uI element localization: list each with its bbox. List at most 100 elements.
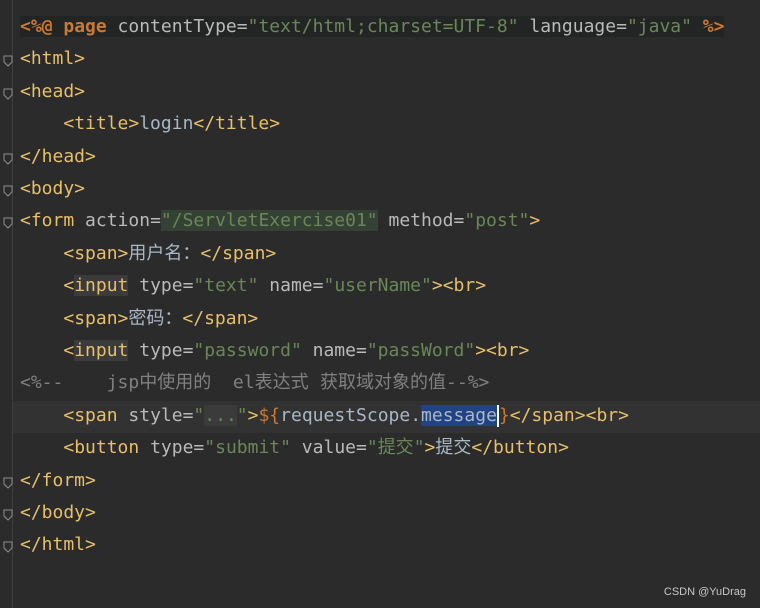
fold-marker-icon[interactable] xyxy=(3,509,13,521)
code-token: <span> xyxy=(63,242,129,264)
code-token: action xyxy=(85,210,151,232)
code-line[interactable]: </form> xyxy=(20,465,96,497)
code-token: 表达式 获取域对象的值 xyxy=(254,372,447,394)
code-line[interactable]: </head> xyxy=(20,141,96,173)
code-token: el xyxy=(211,372,255,394)
code-token: "passWord" xyxy=(366,340,476,361)
code-token: " xyxy=(413,437,425,459)
code-token: < xyxy=(63,340,75,361)
code-token: 提交 xyxy=(377,437,414,459)
code-token: contentType xyxy=(117,16,237,37)
code-token: = xyxy=(236,16,248,37)
code-token: 中使用的 xyxy=(139,372,212,394)
code-token: = xyxy=(182,340,194,361)
code-token: "userName" xyxy=(323,275,432,297)
code-token: = xyxy=(616,16,627,37)
watermark: CSDN @YuDrag xyxy=(663,586,746,598)
code-token: input xyxy=(74,275,129,297)
code-token: %> xyxy=(691,16,725,37)
code-token: 提交 xyxy=(435,437,472,459)
code-line[interactable]: <%-- jsp中使用的 el表达式 获取域对象的值--%> xyxy=(20,367,489,399)
code-line[interactable]: <%@ page contentType="text/html;charset=… xyxy=(20,11,725,43)
code-token: <button xyxy=(63,437,151,459)
code-line[interactable]: <span>用户名：</span> xyxy=(20,238,276,270)
code-token: = xyxy=(150,210,161,232)
code-token: <html> xyxy=(20,48,86,70)
code-token: input xyxy=(74,340,129,361)
code-token: </span><br> xyxy=(509,404,629,426)
code-token: " xyxy=(193,404,205,426)
code-token: language xyxy=(518,16,617,37)
code-token: = xyxy=(182,275,194,297)
code-token: <head> xyxy=(20,80,86,102)
code-line[interactable]: <span>密码：</span> xyxy=(20,303,258,335)
code-line[interactable]: </body> xyxy=(20,497,96,529)
code-token: </span> xyxy=(200,242,277,264)
code-token: "post" xyxy=(464,210,530,232)
fold-marker-icon[interactable] xyxy=(3,55,13,68)
code-token: </html> xyxy=(20,534,96,556)
code-line[interactable]: <input type="text" name="userName"><br> xyxy=(20,270,486,302)
fold-marker-icon[interactable] xyxy=(3,217,13,230)
code-token: 用户名： xyxy=(128,242,201,264)
code-line[interactable]: <button type="submit" value="提交">提交</but… xyxy=(20,432,569,464)
fold-marker-icon[interactable] xyxy=(3,477,13,489)
code-line[interactable]: <span style="...">${requestScope.message… xyxy=(20,400,629,432)
code-token: = xyxy=(453,210,465,232)
code-token: style xyxy=(128,404,183,426)
code-token: requestScope. xyxy=(280,404,422,426)
code-token: = xyxy=(193,437,205,459)
code-token: 密码： xyxy=(128,307,183,329)
code-token: "text" xyxy=(193,275,259,297)
code-token: <span xyxy=(63,404,129,426)
code-token: "password" xyxy=(193,340,302,361)
code-token: login xyxy=(139,113,194,135)
code-token: <form xyxy=(20,210,86,232)
code-line[interactable]: <body> xyxy=(20,173,85,205)
code-line[interactable]: <input type="password" name="passWord"><… xyxy=(20,335,529,367)
code-token: > xyxy=(424,437,436,459)
code-line[interactable]: <head> xyxy=(20,76,85,108)
fold-marker-icon[interactable] xyxy=(3,88,13,100)
code-editor[interactable]: <%@ page contentType="text/html;charset=… xyxy=(0,0,760,608)
fold-marker-icon[interactable] xyxy=(3,185,13,197)
code-line[interactable]: <form action="/ServletExercise01" method… xyxy=(20,205,540,237)
code-token: page xyxy=(63,16,118,37)
code-token: = xyxy=(312,275,324,297)
code-token: </button> xyxy=(471,437,569,459)
code-token: " xyxy=(366,437,378,459)
code-token: </form> xyxy=(20,469,96,491)
code-token: --%> xyxy=(446,372,490,394)
code-token: <span> xyxy=(63,307,129,329)
code-token: = xyxy=(355,340,367,361)
code-token: ><br> xyxy=(475,340,530,361)
code-token: = xyxy=(182,404,194,426)
code-token: <%-- jsp xyxy=(20,372,140,394)
code-line[interactable]: <title>login</title> xyxy=(20,108,280,140)
code-token: "java" xyxy=(626,16,692,37)
code-token: "submit" xyxy=(204,437,291,459)
code-token: < xyxy=(63,275,75,297)
code-token: ... xyxy=(204,404,237,426)
code-token: <%@ xyxy=(20,16,64,37)
code-token: name xyxy=(301,340,356,361)
code-token: = xyxy=(356,437,367,459)
code-token: type xyxy=(150,437,194,459)
code-token: ><br> xyxy=(431,275,487,297)
code-token: </head> xyxy=(20,145,96,167)
code-token: method xyxy=(377,210,454,232)
code-token: "/ServletExercise01" xyxy=(160,210,378,232)
code-token: </span> xyxy=(182,307,259,329)
code-token: value xyxy=(290,437,356,459)
fold-marker-icon[interactable] xyxy=(3,541,13,554)
code-token: "text/html;charset=UTF-8" xyxy=(247,16,519,37)
code-token: type xyxy=(128,275,183,297)
code-line[interactable]: <html> xyxy=(20,43,85,75)
code-line[interactable]: </html> xyxy=(20,529,96,561)
fold-marker-icon[interactable] xyxy=(3,153,13,165)
code-token: name xyxy=(258,275,313,297)
